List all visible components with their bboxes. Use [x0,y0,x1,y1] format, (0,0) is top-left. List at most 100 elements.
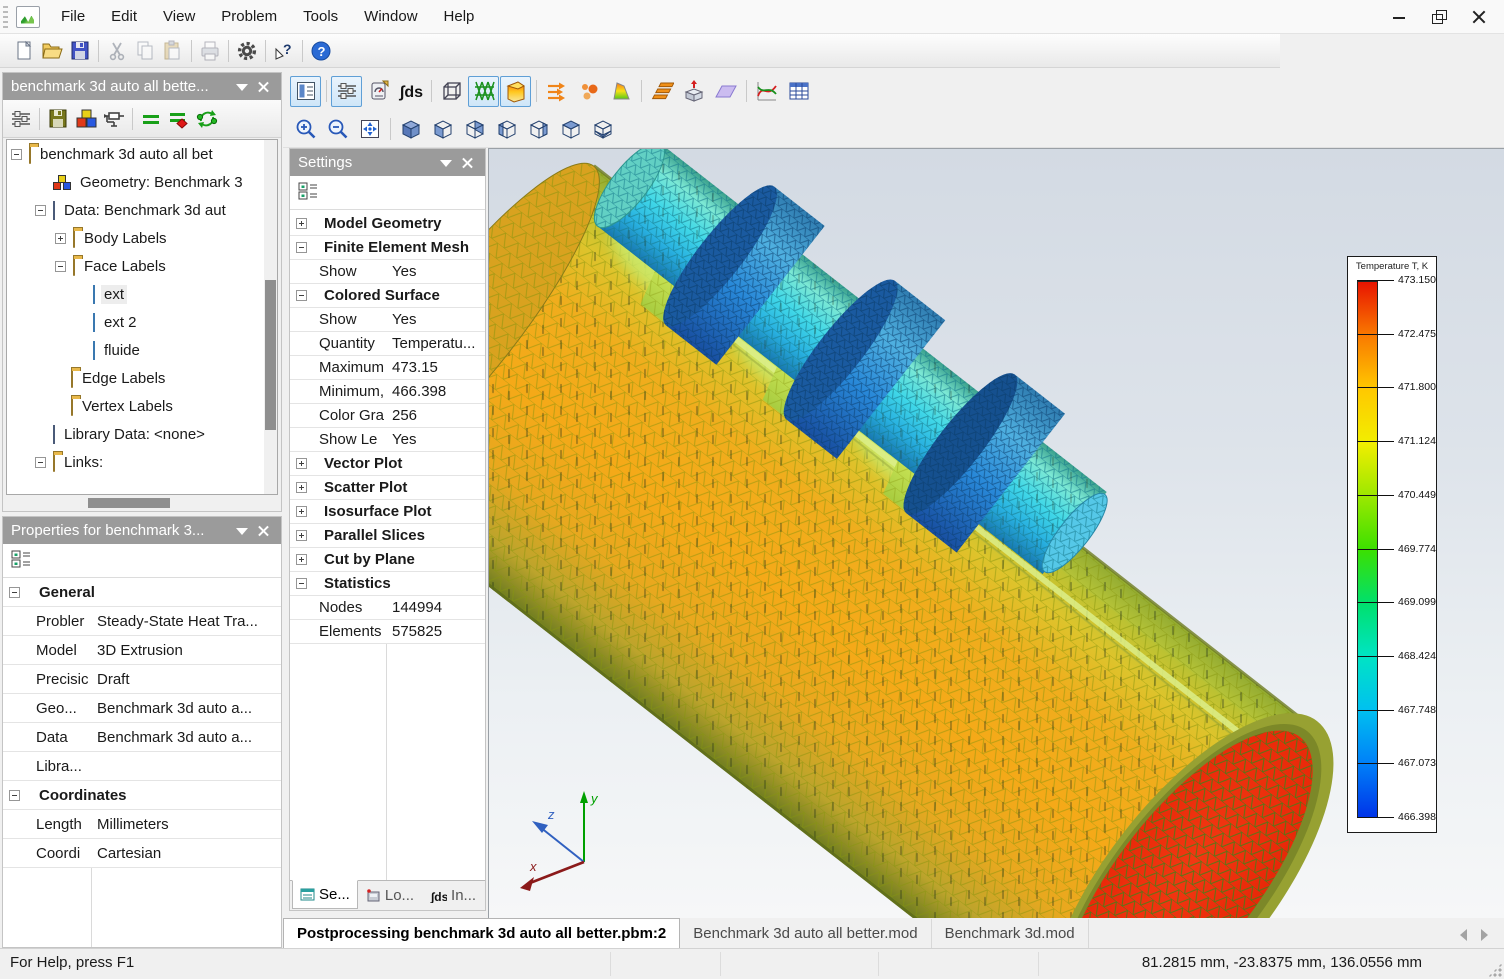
integral-calculator-button[interactable]: ∫ds [395,76,426,107]
zoom-out-button[interactable] [322,113,353,144]
save-button[interactable] [66,37,94,65]
expand-icon[interactable] [296,458,307,469]
section-statistics[interactable]: Statistics [290,572,485,596]
setting-value[interactable]: Yes [386,263,485,280]
tab-scroll-right-icon[interactable] [1481,929,1488,941]
xy-plot-button[interactable] [751,76,782,107]
tab-settings[interactable]: Se... [292,880,358,909]
tree-item-ext-2[interactable]: ext 2 [7,308,277,336]
help-button[interactable]: ? [307,37,335,65]
tree-item-geometry[interactable]: Geometry: Benchmark 3 [7,168,277,196]
collapse-icon[interactable] [35,205,46,216]
tree-item-library-data[interactable]: Library Data: <none> [7,420,277,448]
print-button[interactable] [196,37,224,65]
tab-model-better[interactable]: Benchmark 3d auto all better.mod [680,919,931,948]
cut-by-plane-button[interactable] [678,76,709,107]
minimize-button[interactable] [1392,10,1406,24]
tree-item-edge-labels[interactable]: Edge Labels [7,364,277,392]
section-coordinates[interactable]: Coordinates [3,781,281,810]
zoom-in-button[interactable] [290,113,321,144]
geometry-cubes-button[interactable] [72,105,100,133]
collapse-icon[interactable] [296,290,307,301]
plot-settings-button[interactable] [331,76,362,107]
tab-postprocessing[interactable]: Postprocessing benchmark 3d auto all bet… [283,918,680,948]
menu-edit[interactable]: Edit [98,0,150,33]
tree-item-body-labels[interactable]: Body Labels [7,224,277,252]
collapse-icon[interactable] [55,261,66,272]
viewport-3d[interactable]: y z x Temperature T, K 473.150472.475471… [488,148,1504,918]
right-view-button[interactable] [523,113,554,144]
tree-panel-titlebar[interactable]: benchmark 3d auto all bette... [3,73,281,100]
zoom-to-fit-button[interactable] [354,113,385,144]
vector-plot-button[interactable] [541,76,572,107]
tree-horizontal-scrollbar[interactable] [6,497,278,509]
expand-icon[interactable] [296,554,307,565]
scatter-plot-button[interactable] [573,76,604,107]
property-value[interactable]: Benchmark 3d auto a... [91,729,281,746]
section-cut-by-plane[interactable]: Cut by Plane [290,548,485,572]
tree-item-links[interactable]: Links: [7,448,277,476]
expand-icon[interactable] [296,482,307,493]
section-finite-element-mesh[interactable]: Finite Element Mesh [290,236,485,260]
expand-icon[interactable] [296,506,307,517]
properties-panel-titlebar[interactable]: Properties for benchmark 3... [3,517,281,544]
bottom-view-button[interactable] [587,113,618,144]
top-view-button[interactable] [555,113,586,144]
property-value[interactable]: Cartesian [91,845,281,862]
tree-item-ext[interactable]: ext [7,280,277,308]
new-document-button[interactable] [10,37,38,65]
section-general[interactable]: General [3,578,281,607]
expand-icon[interactable] [296,218,307,229]
setting-value[interactable]: Temperatu... [386,335,485,352]
settings-gear-button[interactable] [233,37,261,65]
collapse-icon[interactable] [296,242,307,253]
section-parallel-slices[interactable]: Parallel Slices [290,524,485,548]
setting-value[interactable]: 144994 [386,599,485,616]
tree-item-data[interactable]: Data: Benchmark 3d aut [7,196,277,224]
expand-icon[interactable] [296,530,307,541]
property-value[interactable]: Steady-State Heat Tra... [91,613,281,630]
isosurface-plot-button[interactable] [605,76,636,107]
panel-menu-chevron-icon[interactable] [233,523,251,539]
section-vector-plot[interactable]: Vector Plot [290,452,485,476]
toolbar-grip[interactable] [3,6,8,28]
menu-window[interactable]: Window [351,0,430,33]
tab-local-values[interactable]: Lo... [358,881,422,910]
local-values-probe-button[interactable] [363,76,394,107]
categorized-view-icon[interactable] [11,550,31,572]
plane-button[interactable] [710,76,741,107]
setting-value[interactable]: 256 [386,407,485,424]
context-help-button[interactable]: ? [270,37,298,65]
equals-green-button[interactable] [137,105,165,133]
open-folder-button[interactable] [38,37,66,65]
panel-close-icon[interactable] [459,155,477,171]
panel-menu-chevron-icon[interactable] [437,155,455,171]
save-as-button[interactable] [44,105,72,133]
paste-button[interactable] [159,37,187,65]
section-model-geometry[interactable]: Model Geometry [290,212,485,236]
isometric-view-button[interactable] [395,113,426,144]
table-view-button[interactable] [783,76,814,107]
menu-file[interactable]: File [48,0,98,33]
expand-icon[interactable] [55,233,66,244]
tree-vertical-scrollbar[interactable] [264,140,277,494]
setting-value[interactable]: 473.15 [386,359,485,376]
section-isosurface-plot[interactable]: Isosurface Plot [290,500,485,524]
panel-close-icon[interactable] [255,523,273,539]
tree-item-fluide[interactable]: fluide [7,336,277,364]
categorized-view-icon[interactable] [298,182,318,204]
equals-modified-button[interactable] [165,105,193,133]
property-value[interactable]: Draft [91,671,281,688]
cut-button[interactable] [103,37,131,65]
property-value[interactable]: 3D Extrusion [91,642,281,659]
resize-grip[interactable] [1488,963,1502,977]
scrollbar-thumb[interactable] [265,280,276,430]
menu-view[interactable]: View [150,0,208,33]
property-value[interactable]: Benchmark 3d auto a... [91,700,281,717]
parallel-slices-button[interactable] [646,76,677,107]
view-settings-button[interactable] [7,105,35,133]
collapse-icon[interactable] [11,149,22,160]
colored-surface-button[interactable] [500,76,531,107]
setting-value[interactable]: 466.398 [386,383,485,400]
collapse-icon[interactable] [9,587,20,598]
